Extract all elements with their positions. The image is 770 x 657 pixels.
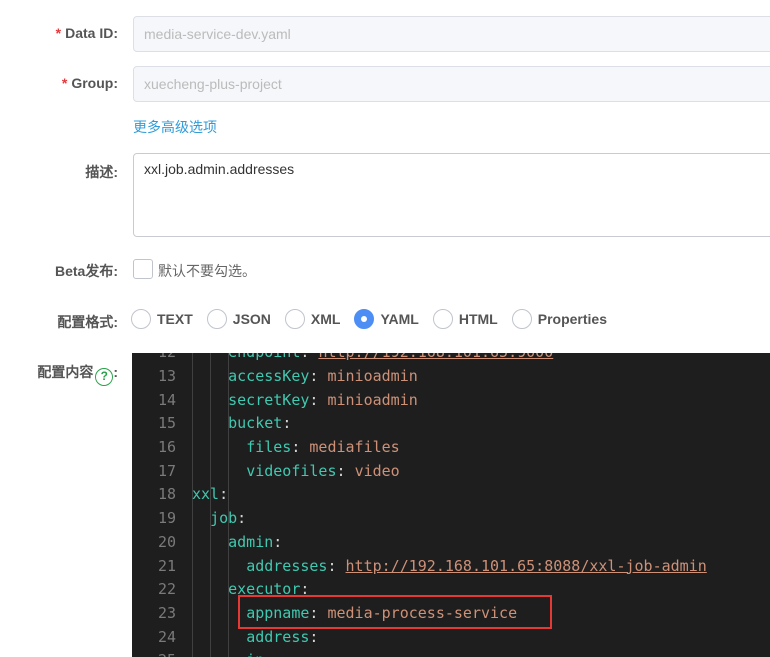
- line-number: 25: [132, 649, 180, 657]
- code-line: 25 ip:: [132, 649, 770, 657]
- data-id-label-text: Data ID:: [65, 25, 118, 41]
- group-label: * Group:: [62, 75, 118, 91]
- radio-label: XML: [310, 311, 341, 327]
- beta-checkbox[interactable]: [133, 259, 153, 279]
- code-line: 16 files: mediafiles: [132, 436, 770, 460]
- beta-label: Beta发布:: [54, 263, 118, 279]
- code-line: 17 videofiles: video: [132, 460, 770, 484]
- code-text: ip:: [192, 649, 273, 657]
- code-line: 14 secretKey: minioadmin: [132, 389, 770, 413]
- code-text: files: mediafiles: [246, 438, 400, 456]
- content-label-text: 配置内容: [37, 364, 94, 380]
- code-line: 20 admin:: [132, 531, 770, 555]
- content-label-suffix: :: [113, 364, 118, 380]
- description-label: 描述:: [85, 164, 118, 180]
- code-line: 23 appname: media-process-service: [132, 602, 770, 626]
- required-mark: *: [61, 75, 68, 91]
- code-line: 12 endpoint: http://192.168.101.65:9000: [132, 353, 770, 365]
- code-text: job:: [210, 509, 247, 528]
- line-number: 18: [157, 485, 176, 504]
- required-mark: *: [55, 25, 62, 41]
- format-label: 配置格式:: [57, 314, 118, 330]
- format-option-json[interactable]: JSON: [206, 309, 271, 329]
- line-number: 24: [157, 627, 176, 646]
- code-text: xxl:: [192, 485, 229, 504]
- format-option-yaml[interactable]: YAML: [354, 309, 419, 329]
- line-number: 16: [157, 438, 176, 456]
- data-id-label: * Data ID:: [56, 25, 118, 41]
- line-number: 20: [157, 532, 176, 551]
- line-number: 19: [157, 509, 176, 528]
- radio-icon: [511, 309, 532, 329]
- format-option-xml[interactable]: XML: [284, 309, 341, 329]
- code-line: 13 accessKey: minioadmin: [132, 365, 770, 389]
- help-icon[interactable]: ?: [95, 368, 114, 386]
- code-text: admin:: [228, 532, 283, 551]
- group-input[interactable]: xuecheng-plus-project: [133, 66, 770, 102]
- radio-label: JSON: [232, 311, 271, 327]
- format-radio-group: TEXT JSON XML YAML HTML Properties: [131, 309, 621, 329]
- beta-row: Beta发布: 默认不要勾选。: [0, 258, 770, 280]
- code-text: videofiles: video: [246, 461, 400, 480]
- description-row: 描述: xxl.job.admin.addresses: [0, 153, 770, 237]
- format-option-html[interactable]: HTML: [432, 309, 498, 329]
- format-option-properties[interactable]: Properties: [511, 309, 607, 329]
- radio-label: Properties: [537, 311, 607, 327]
- code-line: 22 executor:: [132, 578, 770, 602]
- content-label: 配置内容?:: [37, 362, 118, 386]
- code-text: address:: [246, 627, 319, 646]
- line-number: 23: [157, 603, 176, 622]
- radio-icon: [284, 309, 305, 329]
- format-option-text[interactable]: TEXT: [131, 309, 193, 329]
- group-row: * Group: xuecheng-plus-project: [0, 66, 770, 102]
- line-number: 22: [157, 580, 176, 599]
- code-line: 24 address:: [132, 626, 770, 650]
- radio-label: TEXT: [157, 311, 193, 327]
- data-id-row: * Data ID: media-service-dev.yaml: [0, 16, 770, 52]
- line-number: 15: [157, 414, 176, 433]
- data-id-input[interactable]: media-service-dev.yaml: [133, 16, 770, 52]
- code-line: 18 xxl:: [132, 483, 770, 507]
- advanced-options-link[interactable]: 更多高级选项: [133, 117, 217, 137]
- radio-icon: [206, 309, 227, 329]
- code-text: bucket:: [228, 414, 292, 433]
- code-text: addresses: http://192.168.101.65:8088/xx…: [246, 556, 707, 575]
- radio-label: YAML: [380, 311, 419, 327]
- code-text: appname: media-process-service: [246, 603, 518, 622]
- code-text: secretKey: minioadmin: [228, 390, 418, 409]
- line-number: 21: [157, 556, 176, 575]
- radio-icon: [131, 309, 151, 329]
- line-number: 17: [157, 461, 176, 480]
- radio-label: HTML: [458, 311, 498, 327]
- code-text: endpoint: http://192.168.101.65:9000: [192, 353, 553, 365]
- code-line: 19 job:: [132, 507, 770, 531]
- code-text: accessKey: minioadmin: [228, 366, 418, 385]
- line-number: 12: [132, 353, 180, 365]
- line-number: 14: [157, 390, 176, 409]
- description-textarea[interactable]: xxl.job.admin.addresses: [133, 153, 770, 237]
- group-label-text: Group:: [71, 75, 118, 91]
- radio-checked-icon: [354, 309, 375, 329]
- beta-hint: 默认不要勾选。: [158, 263, 256, 279]
- line-number: 13: [157, 366, 176, 385]
- code-line: 15 bucket:: [132, 412, 770, 436]
- code-text: executor:: [228, 580, 310, 599]
- format-row: 配置格式: TEXT JSON XML YAML HTML Properties: [0, 309, 770, 331]
- radio-icon: [432, 309, 453, 329]
- code-editor[interactable]: 12 endpoint: http://192.168.101.65:90001…: [132, 353, 770, 657]
- code-line: 21 addresses: http://192.168.101.65:8088…: [132, 555, 770, 579]
